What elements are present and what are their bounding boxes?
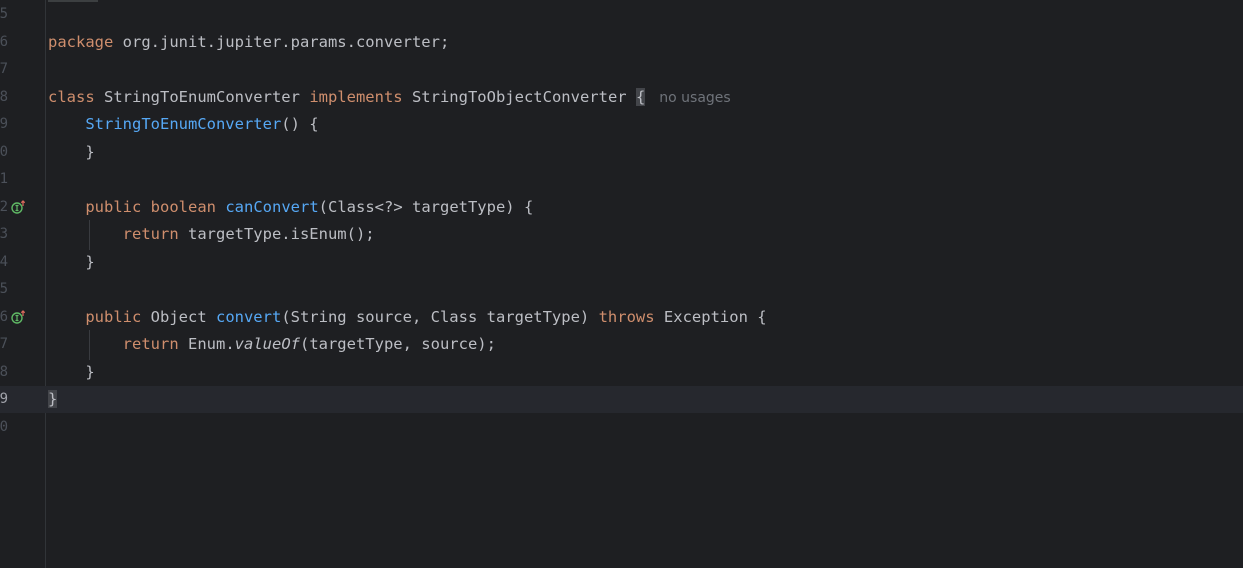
line-number[interactable]: 7 [0, 331, 8, 358]
code-line[interactable]: 3 return targetType.isEnum(); [0, 221, 1243, 248]
code-token: StringToEnumConverter [85, 115, 282, 133]
code-token: org.junit.jupiter.params.converter; [113, 32, 450, 51]
code-line[interactable]: 7 [0, 56, 1243, 83]
line-number[interactable]: 9 [0, 111, 8, 138]
code-token: return [122, 335, 179, 353]
code-token: } [48, 252, 95, 271]
code-token: Object [141, 307, 216, 326]
code-token: class [48, 87, 95, 106]
code-text[interactable]: return Enum.valueOf(targetType, source); [48, 331, 496, 358]
code-token: (targetType, source); [299, 335, 496, 353]
line-number[interactable]: 5 [0, 1, 8, 28]
line-number[interactable]: 1 [0, 166, 8, 193]
code-token: () { [281, 115, 319, 133]
code-line[interactable]: 8 } [0, 359, 1243, 386]
line-number[interactable]: 6 [0, 304, 8, 331]
line-number[interactable]: 9 [0, 386, 8, 413]
code-line[interactable]: 8 class StringToEnumConverter implements … [0, 84, 1243, 111]
code-text[interactable]: } [48, 249, 95, 276]
code-token: StringToObjectConverter [402, 87, 636, 106]
code-editor[interactable]: 5 6 package org.junit.jupiter.params.conve… [0, 0, 1243, 568]
code-token: throws [598, 307, 655, 326]
code-line[interactable]: 7 return Enum.valueOf(targetType, source… [0, 331, 1243, 358]
code-token: public [85, 197, 142, 216]
line-number[interactable]: 6 [0, 29, 8, 56]
code-token: convert [215, 307, 282, 326]
code-token: Exception { [654, 307, 767, 326]
code-text[interactable]: } [48, 359, 95, 386]
code-token: boolean [150, 197, 216, 216]
code-line[interactable]: 6 public Object convert(String source, C… [0, 304, 1243, 331]
line-number[interactable]: 8 [0, 84, 8, 111]
code-token: valueOf [234, 335, 300, 353]
code-line[interactable]: 9} [0, 386, 1243, 413]
line-number[interactable]: 4 [0, 249, 8, 276]
line-number[interactable]: 8 [0, 359, 8, 386]
code-token: implements [309, 87, 403, 106]
code-text[interactable]: return targetType.isEnum(); [48, 221, 375, 248]
line-number[interactable]: 2 [0, 194, 8, 221]
line-number[interactable]: 3 [0, 221, 8, 248]
implements-method-icon[interactable] [11, 309, 25, 324]
code-text[interactable]: StringToEnumConverter() { [48, 111, 319, 138]
line-number[interactable]: 7 [0, 56, 8, 83]
code-token: Enum. [178, 335, 235, 353]
code-text[interactable]: package org.junit.jupiter.params.convert… [48, 29, 449, 56]
code-line[interactable]: 9 StringToEnumConverter() { [0, 111, 1243, 138]
code-token: public [85, 307, 142, 326]
code-text[interactable]: public Object convert(String source, Cla… [48, 304, 767, 331]
code-line[interactable]: 0 } [0, 139, 1243, 166]
code-token: return [122, 225, 179, 243]
code-token: } [48, 362, 95, 381]
code-line[interactable]: 2 public boolean canConvert(Class<?> tar… [0, 194, 1243, 221]
implements-method-icon[interactable] [11, 199, 25, 214]
code-token: (String source, Class targetType) [281, 307, 599, 326]
code-token: targetType.isEnum(); [178, 225, 375, 243]
code-token: } [48, 390, 58, 408]
code-text[interactable]: public boolean canConvert(Class<?> targe… [48, 194, 533, 221]
code-token: } [48, 142, 95, 161]
code-token: { [635, 87, 646, 106]
code-line[interactable]: 4 } [0, 249, 1243, 276]
line-number[interactable]: 5 [0, 276, 8, 303]
usages-inlay-hint[interactable]: no usages [659, 90, 730, 106]
code-token: (Class<?> targetType) { [318, 197, 534, 216]
line-number[interactable]: 0 [0, 414, 8, 441]
code-text[interactable]: } [48, 386, 58, 413]
code-line[interactable]: 5 [0, 1, 1243, 28]
code-token: package [48, 32, 114, 51]
code-line[interactable]: 5 [0, 276, 1243, 303]
code-token: canConvert [225, 197, 319, 216]
code-line[interactable]: 0 [0, 414, 1243, 441]
code-text[interactable]: } [48, 139, 95, 166]
code-line[interactable]: 1 [0, 166, 1243, 193]
code-text[interactable]: class StringToEnumConverter implements S… [48, 84, 731, 112]
code-line[interactable]: 6 package org.junit.jupiter.params.conver… [0, 29, 1243, 56]
line-number[interactable]: 0 [0, 139, 8, 166]
code-token: StringToEnumConverter [94, 87, 310, 106]
